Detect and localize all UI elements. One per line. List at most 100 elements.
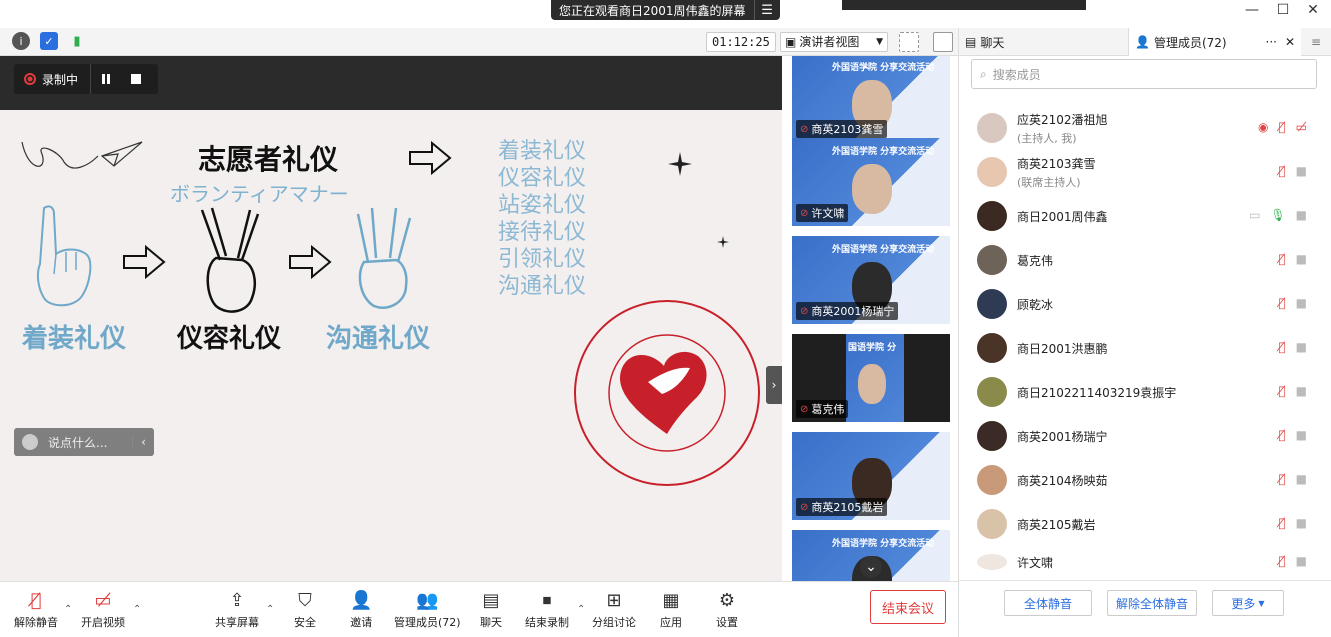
mic-off-icon[interactable]: 🎙̸ (1278, 516, 1285, 530)
member-row[interactable]: 商英2105戴岩 🎙̸ ■ (959, 502, 1319, 546)
participant-video[interactable]: ⊘ 商英2105戴岩 (792, 432, 950, 520)
member-row[interactable]: 葛克伟 🎙̸ ■ (959, 238, 1319, 282)
fullscreen-icon[interactable] (899, 32, 919, 52)
settings-button[interactable]: ⚙ 设置 (716, 590, 738, 630)
video-icon[interactable]: ■ (1296, 340, 1307, 354)
members-list: 应英2102潘祖旭 (主持人, 我) ◉ 🎙̸ ▭̸ 商英2103龚雪 (联席主持人) … (959, 106, 1319, 570)
unmute-all-button[interactable]: 解除全体静音 (1107, 590, 1197, 616)
member-row[interactable]: 许文啸 🎙̸ ■ (959, 546, 1319, 570)
chevron-up-icon[interactable]: ⌃ (64, 604, 72, 615)
signal-icon[interactable]: ▮ (68, 32, 86, 50)
mic-on-icon[interactable]: 🎙 (1270, 208, 1285, 222)
video-icon[interactable]: ■ (1296, 472, 1307, 486)
mic-off-icon[interactable]: 🎙̸ (1278, 164, 1285, 178)
manage-members-button[interactable]: 👥 管理成员(72) (394, 590, 461, 630)
share-screen-button[interactable]: ⇪ 共享屏幕 (215, 590, 259, 630)
mic-off-icon[interactable]: 🎙̸ (1278, 340, 1285, 354)
member-name: 商英2001杨瑞宁 (1017, 429, 1108, 444)
video-icon[interactable]: ■ (1296, 516, 1307, 530)
avatar (977, 554, 1007, 570)
volunteer-association-seal (574, 300, 760, 486)
member-row[interactable]: 商英2104杨映茹 🎙̸ ■ (959, 458, 1319, 502)
chat-bubble-input[interactable]: 说点什么... ‹ (14, 428, 154, 456)
video-icon[interactable]: ■ (1296, 384, 1307, 398)
mic-off-icon[interactable]: 🎙̸ (1278, 384, 1285, 398)
mic-off-icon[interactable]: 🎙̸ (1278, 296, 1285, 310)
mic-off-icon[interactable]: 🎙̸ (1278, 252, 1285, 266)
member-name: 商日2102211403219袁振宇 (1017, 385, 1177, 400)
collapse-thumbnails-button[interactable]: › (766, 366, 782, 404)
menu-icon[interactable]: ☰ (753, 0, 780, 20)
emoji-icon[interactable] (22, 434, 38, 450)
chevron-up-icon[interactable]: ⌃ (133, 604, 141, 615)
more-icon[interactable]: ··· (1266, 35, 1277, 49)
presentation-slide: 志愿者礼仪 ボランティアマナー 着装礼仪 仪容礼仪 站姿礼仪 接待礼仪 引领礼仪… (0, 110, 782, 604)
scroll-down-icon[interactable]: ⌄ (860, 556, 882, 578)
end-recording-button[interactable]: ⏹ 结束录制 (525, 590, 569, 630)
shield-icon[interactable]: ✓ (40, 32, 58, 50)
chevron-up-icon[interactable]: ⌃ (577, 604, 585, 615)
participant-thumbnails[interactable]: 外国语学院 分享交流活动 ⊘ 商英2103龚雪 外国语学院 分享交流活动 ⊘ 许文啸… (782, 56, 958, 581)
member-row[interactable]: 商日2001洪惠鹏 🎙̸ ■ (959, 326, 1319, 370)
member-row[interactable]: 商英2103龚雪 (联席主持人) 🎙̸ ■ (959, 150, 1319, 194)
mic-off-icon: ⊘ (800, 305, 809, 317)
participant-video[interactable]: 国语学院 分 ⊘ 葛克伟 (792, 334, 950, 422)
invite-button[interactable]: 👤 邀请 (350, 590, 372, 630)
member-row[interactable]: 应英2102潘祖旭 (主持人, 我) ◉ 🎙̸ ▭̸ (959, 106, 1319, 150)
category-label: 仪容礼仪 (177, 324, 282, 354)
minimize-button[interactable]: — (1237, 2, 1267, 18)
close-button[interactable]: ✕ (1298, 2, 1328, 18)
participant-name-tag: ⊘ 商英2001杨瑞宁 (796, 302, 899, 320)
unmute-button[interactable]: 🎙̸ 解除静音 (14, 590, 58, 630)
chat-button[interactable]: ▤ 聊天 (480, 590, 502, 630)
start-video-button[interactable]: ▭̸ 开启视频 (81, 590, 125, 630)
more-button[interactable]: 更多 ▼ (1212, 590, 1284, 616)
video-icon[interactable]: ■ (1296, 252, 1307, 266)
shield-icon: ⛉ (298, 590, 312, 611)
video-off-icon[interactable]: ▭̸ (1296, 120, 1307, 134)
speaker-view-dropdown[interactable]: ▣ 演讲者视图 ▼ (780, 32, 888, 52)
info-icon[interactable]: i (12, 32, 30, 50)
apps-button[interactable]: ▦ 应用 (660, 590, 682, 630)
maximize-button[interactable]: ☐ (1268, 2, 1298, 18)
video-icon[interactable]: ■ (1296, 296, 1307, 310)
mute-all-button[interactable]: 全体静音 (1004, 590, 1092, 616)
pause-recording-button[interactable] (91, 64, 121, 94)
member-row[interactable]: 商日2001周伟鑫 ▭ 🎙 ■ (959, 194, 1319, 238)
participant-face (852, 164, 892, 214)
member-row[interactable]: 商日2102211403219袁振宇 🎙̸ ■ (959, 370, 1319, 414)
scroll-up-icon[interactable]: ⌃ (860, 64, 872, 80)
avatar (977, 421, 1007, 451)
panel-toggle-icon[interactable] (933, 32, 953, 52)
video-icon[interactable]: ■ (1296, 554, 1307, 568)
mic-off-icon: 🎙̸ (30, 590, 42, 611)
mic-off-icon[interactable]: 🎙̸ (1278, 120, 1285, 134)
tab-chat[interactable]: ▤ 聊天 (959, 28, 1129, 56)
member-row[interactable]: 商英2001杨瑞宁 🎙̸ ■ (959, 414, 1319, 458)
security-button[interactable]: ⛉ 安全 (294, 590, 316, 630)
close-icon[interactable]: ✕ (1285, 35, 1295, 49)
video-icon[interactable]: ■ (1296, 208, 1307, 222)
panel-menu-icon[interactable]: ≡ (1301, 28, 1331, 55)
chevron-up-icon[interactable]: ⌃ (266, 604, 274, 615)
end-meeting-button[interactable]: 结束会议 (870, 590, 946, 624)
participant-video[interactable]: 外国语学院 分享交流活动 ⊘ 商英2001杨瑞宁 (792, 236, 950, 324)
breakout-button[interactable]: ⊞ 分组讨论 (592, 590, 636, 630)
stop-recording-button[interactable] (121, 64, 151, 94)
video-icon[interactable]: ■ (1296, 428, 1307, 442)
search-members-input[interactable]: ⌕ 搜索成员 (971, 59, 1317, 89)
chevron-left-icon[interactable]: ‹ (132, 435, 154, 449)
video-icon[interactable]: ■ (1296, 164, 1307, 178)
participant-video[interactable]: 外国语学院 分享交流活动 ⊘ 许文啸 (792, 138, 950, 226)
pause-icon (102, 74, 111, 84)
sparkle-icon (717, 236, 729, 248)
mic-off-icon[interactable]: 🎙̸ (1278, 472, 1285, 486)
settings-label: 设置 (716, 616, 738, 629)
three-finger-hand-icon (356, 207, 412, 309)
mic-off-icon[interactable]: 🎙̸ (1278, 554, 1285, 568)
tab-members[interactable]: 👤 管理成员(72) ··· ✕ (1129, 28, 1301, 56)
avatar (977, 465, 1007, 495)
mic-off-icon[interactable]: 🎙̸ (1278, 428, 1285, 442)
etiquette-list-item: 站姿礼仪 (498, 193, 587, 218)
member-row[interactable]: 顾乾冰 🎙̸ ■ (959, 282, 1319, 326)
